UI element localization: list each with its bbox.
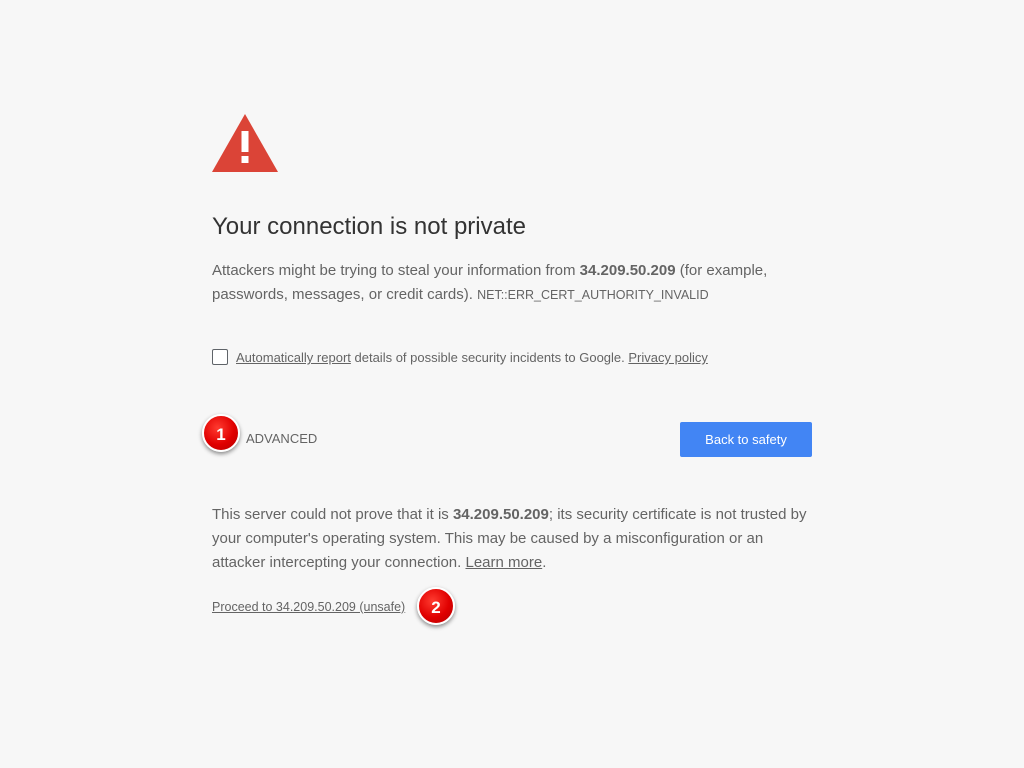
learn-more-link[interactable]: Learn more [465, 554, 542, 571]
auto-report-link[interactable]: Automatically report [236, 350, 351, 365]
report-checkbox[interactable] [212, 349, 228, 365]
main-message-host: 34.209.50.209 [579, 262, 676, 279]
details-host: 34.209.50.209 [452, 506, 549, 523]
warning-triangle-icon [212, 114, 278, 174]
callout-badge-2: 2 [417, 587, 455, 625]
report-text: details of possible security incidents t… [350, 350, 629, 365]
report-row: Automatically report details of possible… [212, 348, 708, 368]
details-prefix: This server could not prove that it is [212, 506, 453, 523]
privacy-policy-link[interactable]: Privacy policy [628, 350, 707, 365]
main-message-prefix: Attackers might be trying to steal your … [212, 262, 580, 279]
back-to-safety-button[interactable]: Back to safety [680, 422, 812, 457]
page-title: Your connection is not private [212, 213, 526, 240]
advanced-button[interactable]: ADVANCED [246, 430, 317, 448]
callout-badge-1: 1 [202, 414, 240, 452]
main-message: Attackers might be trying to steal your … [212, 259, 812, 307]
proceed-unsafe-link[interactable]: Proceed to 34.209.50.209 (unsafe) [212, 599, 405, 615]
details-message: This server could not prove that it is 3… [212, 503, 812, 575]
error-code: NET::ERR_CERT_AUTHORITY_INVALID [477, 288, 709, 302]
details-end: . [542, 554, 547, 571]
